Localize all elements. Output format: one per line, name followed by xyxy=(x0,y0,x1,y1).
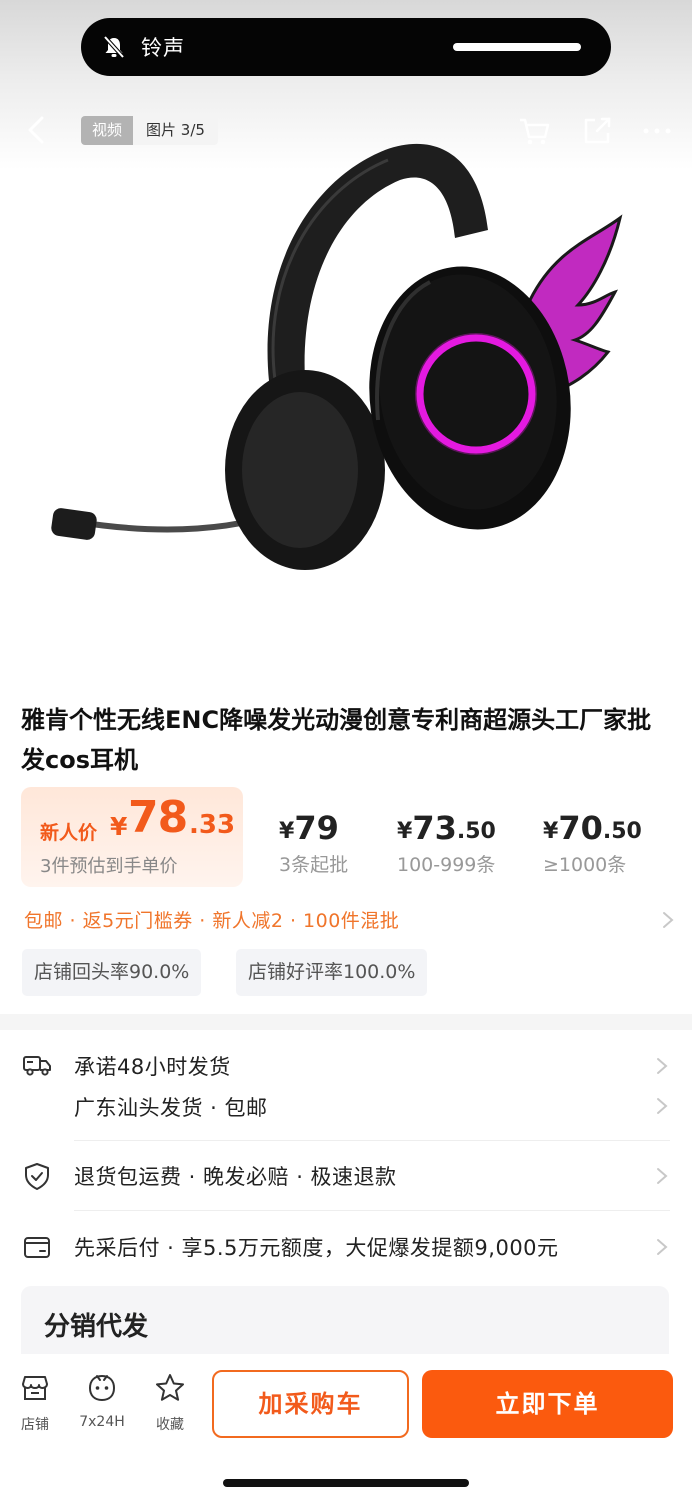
chevron-right-icon[interactable] xyxy=(654,1095,670,1117)
home-indicator xyxy=(223,1479,469,1487)
return-guarantee[interactable]: 退货包运费 · 晚发必赔 · 极速退款 xyxy=(74,1161,397,1191)
tier-currency: ¥ xyxy=(397,819,413,844)
price-tier: ¥79 3条起批 xyxy=(279,810,348,877)
price-tier: ¥73.50 100-999条 xyxy=(397,810,496,877)
wallet-icon xyxy=(24,1237,50,1258)
section-divider xyxy=(0,1014,692,1030)
price-decimal: .33 xyxy=(189,810,236,840)
add-to-cart-button[interactable]: 加采购车 xyxy=(212,1370,409,1438)
buy-now-button[interactable]: 立即下单 xyxy=(422,1370,673,1438)
price-tier: ¥70.50 ≥1000条 xyxy=(543,810,642,877)
distribution-heading: 分销代发 xyxy=(44,1312,149,1342)
store-repurchase-badge: 店铺回头率90.0% xyxy=(22,949,202,996)
price-note: 3件预估到手单价 xyxy=(40,856,178,877)
shield-check-icon xyxy=(25,1163,49,1190)
chevron-right-icon[interactable] xyxy=(654,1236,670,1258)
price-integer: 78 xyxy=(128,792,188,843)
tier-integer: 73 xyxy=(412,809,457,847)
bell-muted-icon xyxy=(103,35,125,59)
chevron-right-icon[interactable] xyxy=(654,1165,670,1187)
store-rating-badge: 店铺好评率100.0% xyxy=(236,949,428,996)
service-label: 7x24H xyxy=(79,1414,125,1430)
chevron-right-icon[interactable] xyxy=(654,1055,670,1077)
tab-images[interactable]: 图片 3/5 xyxy=(133,116,218,145)
tier-quantity: 100-999条 xyxy=(397,854,496,876)
favorite-button[interactable]: 收藏 xyxy=(140,1372,200,1434)
product-title: 雅肯个性无线ENC降噪发光动漫创意专利商超源头工厂家批发cos耳机 xyxy=(21,706,652,774)
favorite-label: 收藏 xyxy=(156,1417,184,1433)
shipping-promise[interactable]: 承诺48小时发货 xyxy=(74,1051,231,1081)
store-button[interactable]: 店铺 xyxy=(5,1372,65,1434)
product-gallery[interactable]: 铃声 视频 图片 3/5 xyxy=(0,0,692,680)
new-user-price-label: 新人价 xyxy=(40,822,98,844)
headset-product-image xyxy=(51,143,623,570)
pay-later-offer[interactable]: 先采后付 · 享5.5万元额度，大促爆发提额9,000元 xyxy=(74,1232,559,1262)
volume-indicator xyxy=(453,43,581,51)
customer-service-button[interactable]: 7x24H xyxy=(72,1372,132,1430)
tier-integer: 70 xyxy=(558,809,603,847)
share-icon[interactable] xyxy=(580,114,614,148)
row-divider xyxy=(74,1210,670,1211)
tier-currency: ¥ xyxy=(279,819,295,844)
cart-icon[interactable] xyxy=(517,114,551,148)
price-currency: ¥ xyxy=(110,812,128,841)
media-tab-switcher: 视频 图片 3/5 xyxy=(81,116,218,145)
delivery-truck-icon xyxy=(23,1056,51,1076)
store-icon xyxy=(22,1376,48,1400)
tier-decimal: .50 xyxy=(456,819,496,844)
chevron-right-icon[interactable] xyxy=(660,910,676,930)
star-icon xyxy=(156,1374,184,1401)
tier-currency: ¥ xyxy=(543,819,559,844)
row-divider xyxy=(74,1140,670,1141)
ringer-label: 铃声 xyxy=(141,36,185,60)
more-options-icon[interactable] xyxy=(640,114,674,148)
promotion-line[interactable]: 包邮 · 返5元门槛券 · 新人减2 · 100件混批 xyxy=(24,906,399,933)
chat-bot-icon xyxy=(88,1374,116,1402)
back-arrow-icon[interactable] xyxy=(22,114,50,146)
shipping-origin[interactable]: 广东汕头发货 · 包邮 xyxy=(74,1092,268,1122)
new-user-price-card: 新人价 ¥ 78 .33 3件预估到手单价 xyxy=(21,787,243,887)
tier-quantity: 3条起批 xyxy=(279,854,349,876)
tier-decimal: .50 xyxy=(602,819,642,844)
ringer-toast: 铃声 xyxy=(81,18,611,76)
tab-video[interactable]: 视频 xyxy=(81,116,134,145)
tier-integer: 79 xyxy=(294,809,339,847)
store-label: 店铺 xyxy=(21,1417,49,1433)
tier-quantity: ≥1000条 xyxy=(543,854,627,876)
